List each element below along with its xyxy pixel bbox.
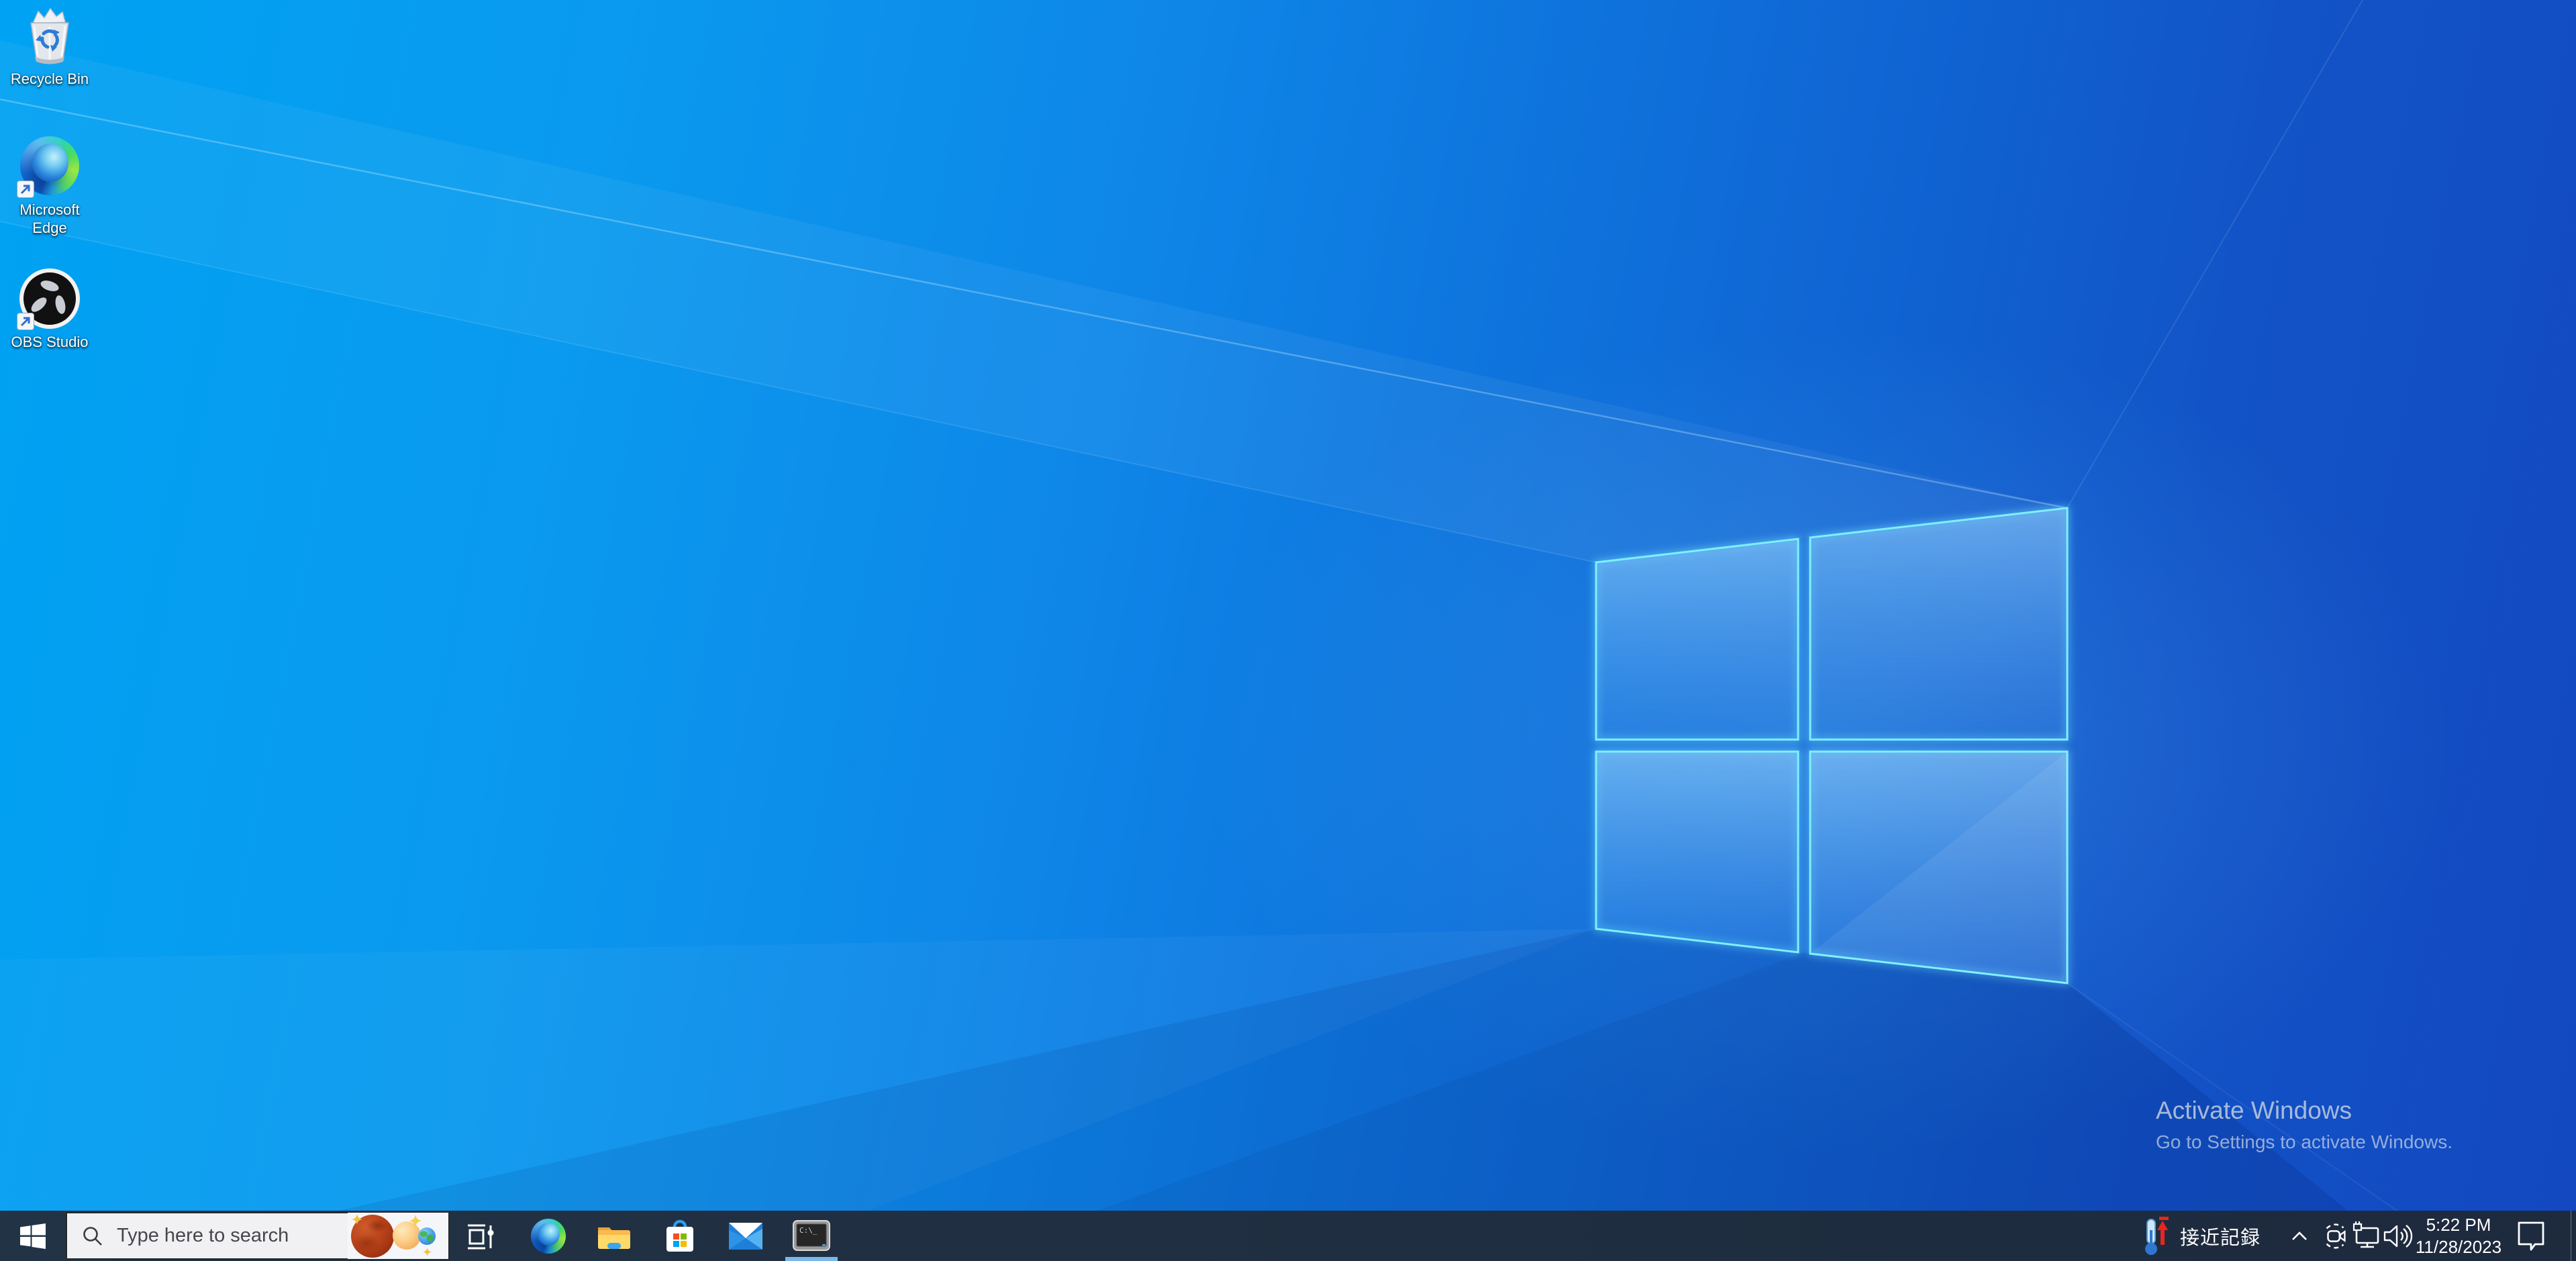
command-prompt-button[interactable]: C:\_: [779, 1211, 844, 1261]
earth-sphere-icon: [418, 1227, 436, 1245]
clock-time: 5:22 PM: [2416, 1214, 2501, 1236]
tray-network-button[interactable]: [2350, 1211, 2383, 1261]
desktop-icon-recycle-bin[interactable]: Recycle Bin: [5, 5, 94, 88]
windows-start-icon: [20, 1223, 46, 1249]
running-app-indicator: [785, 1257, 838, 1261]
sparkle-icon: [409, 1215, 422, 1227]
mail-button[interactable]: [713, 1211, 779, 1261]
svg-text:C:\_: C:\_: [799, 1226, 818, 1235]
task-view-icon: [466, 1219, 499, 1253]
search-icon: [82, 1225, 103, 1247]
taskbar-search[interactable]: [66, 1212, 450, 1260]
search-highlight-planets[interactable]: [348, 1213, 448, 1259]
microsoft-store-button[interactable]: [647, 1211, 713, 1261]
wallpaper-light-rays: [0, 0, 2576, 1261]
file-explorer-button[interactable]: [581, 1211, 647, 1261]
recycle-bin-icon: [19, 5, 80, 66]
edge-taskbar-button[interactable]: [515, 1211, 581, 1261]
clock-date: 11/28/2023: [2416, 1236, 2501, 1258]
task-view-button[interactable]: [450, 1211, 515, 1261]
meet-now-icon: [2320, 1221, 2351, 1252]
desktop-icon-microsoft-edge[interactable]: Microsoft Edge: [5, 136, 94, 237]
action-center-button[interactable]: [2513, 1211, 2549, 1261]
desktop-wallpaper: [0, 0, 2576, 1261]
mail-icon: [728, 1222, 763, 1250]
tray-hidden-icons-button[interactable]: [2285, 1211, 2314, 1261]
taskbar: C:\_ 接近記録: [0, 1211, 2576, 1261]
volume-icon: [2382, 1222, 2414, 1250]
sparkle-icon: [352, 1214, 362, 1225]
chevron-up-icon: [2289, 1229, 2310, 1244]
tray-volume-button[interactable]: [2381, 1211, 2415, 1261]
shortcut-arrow-icon: [17, 313, 34, 330]
tray-widget-label[interactable]: 接近記録: [2179, 1211, 2262, 1261]
tray-meet-now-button[interactable]: [2320, 1211, 2352, 1261]
search-input[interactable]: [117, 1225, 348, 1247]
microsoft-store-icon: [664, 1219, 696, 1254]
desktop-icon-label: Microsoft Edge: [5, 201, 94, 237]
desktop-icon-label: OBS Studio: [5, 333, 94, 351]
desktop-icon-label: Recycle Bin: [5, 70, 94, 88]
edge-icon: [531, 1219, 566, 1254]
start-button[interactable]: [0, 1211, 66, 1261]
command-prompt-icon: C:\_: [793, 1220, 830, 1252]
show-desktop-button[interactable]: [2571, 1211, 2576, 1261]
thermometer-icon: [2142, 1217, 2170, 1256]
action-center-icon: [2515, 1219, 2547, 1254]
file-explorer-icon: [596, 1221, 632, 1252]
tray-thermometer[interactable]: [2140, 1211, 2172, 1261]
tray-clock[interactable]: 5:22 PM 11/28/2023: [2414, 1211, 2504, 1261]
shortcut-arrow-icon: [17, 181, 34, 198]
desktop-icon-obs-studio[interactable]: OBS Studio: [5, 268, 94, 351]
sparkle-icon: [423, 1248, 432, 1256]
network-icon: [2351, 1221, 2382, 1251]
